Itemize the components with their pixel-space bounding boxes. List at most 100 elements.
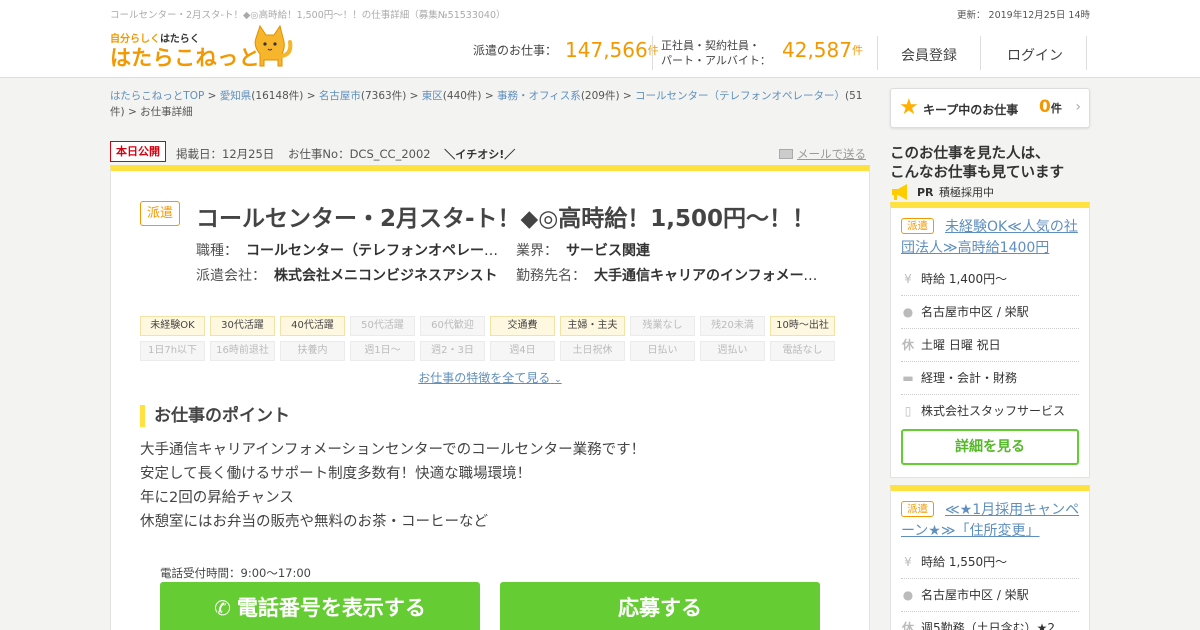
- divider: [877, 36, 878, 70]
- job-meta: 掲載日：12月25日 お仕事No：DCS_CC_2002 ＼イチオシ!／: [176, 146, 525, 162]
- phone-icon: ✆: [214, 596, 231, 620]
- point-line: 大手通信キャリアインフォメーションセンターでのコールセンター業務です！: [140, 442, 646, 458]
- recommend-label: ＼イチオシ!／: [444, 148, 516, 161]
- point-line: 安定して長く働けるサポート制度多数有！快適な職場環境！: [140, 466, 532, 482]
- feature-tag: 主婦・主夫: [560, 316, 625, 336]
- apply-button[interactable]: 応募する: [500, 582, 820, 630]
- feature-tag: 残業なし: [630, 316, 695, 336]
- feature-tag: 交通費: [490, 316, 555, 336]
- chevron-down-icon: ⌄: [554, 375, 562, 385]
- feature-tag: 残20未満: [700, 316, 765, 336]
- pr-row: PR 積極採用中: [890, 183, 994, 201]
- feature-tag: 30代活躍: [210, 316, 275, 336]
- divider: [1086, 36, 1087, 70]
- fulltime-job-count: 42,587件: [782, 38, 863, 62]
- job-detail-card: 派遣 コールセンター・2月スタ-ト！◆◎高時給！1,500円～！！ 職種： コール…: [110, 165, 870, 630]
- map-pin-icon: ●: [902, 588, 914, 602]
- breadcrumb-link[interactable]: はたらこねっとTOP: [110, 90, 204, 102]
- holiday-icon: 休: [901, 621, 914, 630]
- feature-tag: 40代活躍: [280, 316, 345, 336]
- page-description: コールセンター・2月スタ-ト！◆◎高時給！1,500円～！！の仕事詳細（募集№5…: [110, 10, 506, 21]
- feature-tag: 50代活躍: [350, 316, 415, 336]
- breadcrumb-link[interactable]: 東区: [422, 90, 443, 102]
- breadcrumb: はたらこねっとTOP > 愛知県(16148件) > 名古屋市(7363件) >…: [110, 90, 863, 118]
- point-line: 年に2回の昇給チャンス: [140, 490, 294, 506]
- logo-text: はたらこねっと: [110, 46, 261, 70]
- recommended-job-title[interactable]: ≪★1月採用キャンペーン★≫「住所変更」: [901, 500, 1081, 542]
- feature-tags: 未経験OK 30代活躍 40代活躍 50代活躍 60代歓迎 交通費 主婦・主夫 残業なし 残20…: [140, 316, 840, 366]
- updated-timestamp: 更新： 2019年12月25日 14時: [957, 10, 1090, 21]
- new-badge: 本日公開: [110, 141, 166, 162]
- job-number: お仕事No：DCS_CC_2002: [287, 147, 431, 161]
- yen-icon: ¥: [904, 555, 912, 569]
- breadcrumb-link[interactable]: 愛知県: [220, 90, 252, 102]
- recommended-job-card: 派遣 ≪★1月採用キャンペーン★≫「住所変更」 ¥ 時給 1,550円～ ● 名古屋…: [890, 485, 1090, 630]
- megaphone-icon: [892, 184, 907, 200]
- mail-icon: [779, 148, 793, 159]
- keep-jobs-box[interactable]: ★ キープ中のお仕事 0件 ›: [890, 88, 1090, 128]
- breadcrumb-link[interactable]: 名古屋市: [319, 90, 361, 102]
- divider: [980, 36, 981, 70]
- wage-row: ¥ 時給 1,400円～: [901, 263, 1079, 296]
- map-pin-icon: ●: [902, 305, 914, 319]
- fulltime-job-label: 正社員・契約社員・ パート・アルバイト：: [661, 39, 771, 67]
- recommended-job-title[interactable]: 未経験OK≪人気の社団法人≫高時給1400円: [901, 217, 1081, 259]
- feature-tag: 週2・3日: [420, 341, 485, 361]
- all-features-link[interactable]: お仕事の特徴を全て見る ⌄: [111, 369, 869, 386]
- industry-field: 業界： サービス関連: [516, 243, 650, 259]
- feature-tag: 土日祝休: [560, 341, 625, 361]
- keep-label: キープ中のお仕事: [923, 103, 1019, 117]
- posted-date: 掲載日：12月25日: [176, 147, 275, 161]
- divider: [652, 36, 653, 70]
- feature-tag: 週4日: [490, 341, 555, 361]
- point-heading: お仕事のポイント: [140, 405, 290, 427]
- haken-job-count: 派遣のお仕事： 147,566件: [473, 38, 659, 62]
- briefcase-icon: ▬: [902, 371, 914, 385]
- login-link[interactable]: ログイン: [1007, 45, 1063, 65]
- register-link[interactable]: 会員登録: [901, 45, 957, 65]
- occupation-row: ▬ 経理・会計・財務: [901, 362, 1079, 395]
- haken-badge: 派遣: [140, 201, 181, 226]
- holiday-row: 休週5勤務（土日含む）★2回休憩: [901, 612, 1079, 630]
- feature-tag: 1日7h以下: [140, 341, 205, 361]
- fulltime-count-value: 42,587: [782, 38, 852, 62]
- site-header: コールセンター・2月スタ-ト！◆◎高時給！1,500円～！！の仕事詳細（募集№5…: [0, 0, 1200, 78]
- keep-count: 0件: [1039, 97, 1062, 117]
- feature-tag: 60代歓迎: [420, 316, 485, 336]
- show-phone-button[interactable]: ✆ 電話番号を表示する: [160, 582, 480, 630]
- job-title: コールセンター・2月スタ-ト！◆◎高時給！1,500円～！！: [196, 206, 816, 232]
- holiday-icon: 休: [901, 338, 914, 352]
- location-row: ● 名古屋市中区 / 栄駅: [901, 579, 1079, 612]
- point-line: 休憩室にはお弁当の販売や無料のお茶・コーヒーなど: [140, 514, 488, 530]
- wage-row: ¥ 時給 1,550円～: [901, 546, 1079, 579]
- feature-tag: 電話なし: [770, 341, 835, 361]
- breadcrumb-link[interactable]: コールセンター（テレフォンオペレーター）: [635, 90, 845, 102]
- feature-tag: 週払い: [700, 341, 765, 361]
- breadcrumb-link[interactable]: 事務・オフィス系: [497, 90, 581, 102]
- recommended-job-card: 派遣 未経験OK≪人気の社団法人≫高時給1400円 ¥ 時給 1,400円～ ● 名…: [890, 202, 1090, 478]
- occupation-field: 職種： コールセンター（テレフォンオペレーター）: [196, 243, 506, 259]
- star-icon: ★: [899, 95, 919, 120]
- chevron-right-icon: ›: [1075, 99, 1081, 115]
- holiday-row: 休土曜 日曜 祝日: [901, 329, 1079, 362]
- cat-mascot-icon: [254, 24, 293, 67]
- send-mail-link[interactable]: メールで送る: [779, 146, 866, 162]
- agency-field: 派遣会社： 株式会社メニコンビジネスアシスト: [196, 268, 498, 284]
- building-icon: ▯: [904, 404, 912, 418]
- tel-hours: 電話受付時間：9:00～17:00: [160, 566, 311, 580]
- feature-tag: 週1日～: [350, 341, 415, 361]
- location-row: ● 名古屋市中区 / 栄駅: [901, 296, 1079, 329]
- feature-tag: 日払い: [630, 341, 695, 361]
- feature-tag: 扶養内: [280, 341, 345, 361]
- breadcrumb-current: お仕事詳細: [140, 106, 193, 118]
- feature-tag: 10時～出社: [770, 316, 835, 336]
- also-viewed-heading: このお仕事を見た人は、 こんなお仕事も見ています: [890, 146, 1064, 181]
- feature-tag: 未経験OK: [140, 316, 205, 336]
- workplace-field: 勤務先名：大手通信キャリアのインフォメーションセンター: [516, 268, 826, 284]
- detail-button[interactable]: 詳細を見る: [901, 429, 1079, 465]
- haken-count-value: 147,566: [565, 38, 648, 62]
- job-points: 大手通信キャリアインフォメーションセンターでのコールセンター業務です！ 安定して…: [140, 438, 645, 534]
- yen-icon: ¥: [904, 272, 912, 286]
- company-row: ▯ 株式会社スタッフサービス: [901, 395, 1079, 428]
- site-logo[interactable]: 自分らしくはたらく はたらこねっと: [110, 24, 295, 72]
